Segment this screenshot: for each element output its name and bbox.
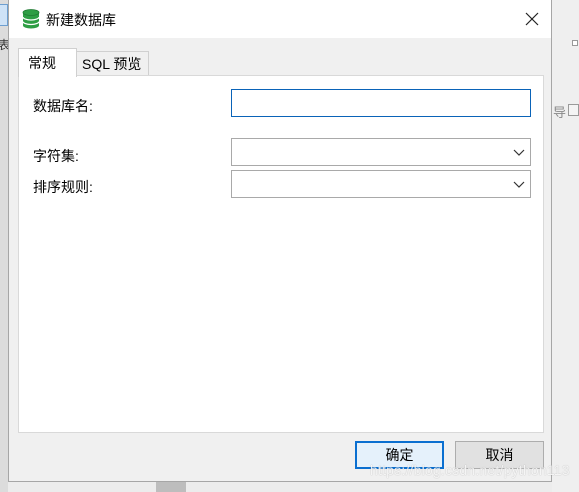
background-scroll-block xyxy=(156,482,186,492)
ok-button[interactable]: 确定 xyxy=(355,441,444,469)
database-name-input[interactable] xyxy=(231,89,531,117)
tab-sql-preview[interactable]: SQL 预览 xyxy=(76,51,149,76)
charset-select[interactable] xyxy=(231,138,531,166)
database-name-label: 数据库名: xyxy=(33,98,93,114)
database-icon xyxy=(22,9,40,29)
cancel-button[interactable]: 取消 xyxy=(455,441,544,469)
collation-label: 排序规则: xyxy=(33,179,93,195)
grid-icon xyxy=(568,104,579,116)
dialog-title: 新建数据库 xyxy=(46,12,116,28)
title-bar[interactable]: 新建数据库 xyxy=(9,0,551,38)
chevron-down-icon xyxy=(513,149,525,156)
close-button[interactable] xyxy=(513,0,551,38)
table-icon xyxy=(0,4,8,26)
close-icon xyxy=(525,12,539,26)
collation-select[interactable] xyxy=(231,170,531,198)
background-right-text: 导 xyxy=(553,105,567,120)
background-app-left-strip: 表 xyxy=(0,0,10,492)
general-tab-panel: 数据库名: 字符集: 排序规则: xyxy=(18,75,544,433)
tab-general[interactable]: 常规 xyxy=(18,48,77,77)
new-database-dialog: 新建数据库 常规 SQL 预览 数据库名: 字符集: 排序规则: 确定 取消 xyxy=(8,0,552,482)
charset-label: 字符集: xyxy=(33,148,79,164)
chevron-down-icon xyxy=(513,181,525,188)
background-app-bottom-strip xyxy=(8,482,552,492)
checkbox-icon xyxy=(572,40,578,46)
background-app-right-strip: 导 xyxy=(552,0,579,492)
